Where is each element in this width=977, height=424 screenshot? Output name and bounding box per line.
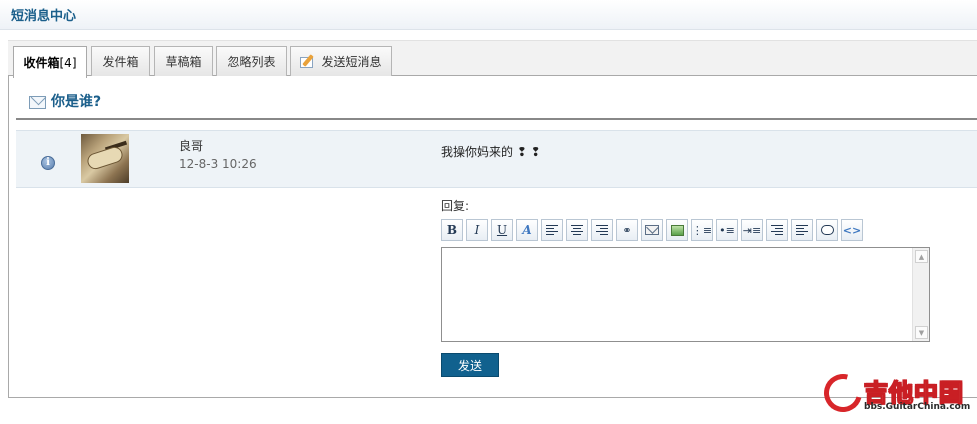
float-left-button[interactable] [766, 219, 788, 241]
italic-button[interactable]: I [466, 219, 488, 241]
float-right-button[interactable] [791, 219, 813, 241]
page-title: 短消息中心 [11, 9, 77, 24]
tab-drafts-label: 草稿箱 [165, 55, 202, 69]
message-time: 12-8-3 10:26 [179, 157, 257, 171]
code-button[interactable]: <> [841, 219, 863, 241]
quote-button[interactable] [816, 219, 838, 241]
tab-ignore-list-label: 忽略列表 [227, 55, 276, 69]
float-right-icon [796, 225, 808, 235]
align-left-button[interactable] [541, 219, 563, 241]
sender-name[interactable]: 良哥 [179, 137, 203, 154]
scroll-up-icon[interactable]: ▲ [915, 250, 928, 263]
envelope-icon [29, 95, 46, 109]
inbox-count: [4] [59, 55, 77, 70]
guitar-logo-icon [817, 367, 869, 419]
underline-button[interactable]: U [491, 219, 513, 241]
align-center-button[interactable] [566, 219, 588, 241]
compose-icon [300, 53, 316, 69]
align-center-icon [571, 225, 583, 235]
send-button[interactable]: 发送 [441, 353, 499, 377]
align-left-icon [546, 225, 558, 235]
reply-textarea[interactable] [441, 247, 930, 342]
image-icon [670, 224, 684, 236]
tab-outbox[interactable]: 发件箱 [91, 46, 150, 76]
tab-send-message[interactable]: 发送短消息 [290, 46, 392, 76]
tab-inbox-label: 收件箱 [23, 56, 60, 70]
quote-icon [820, 225, 834, 235]
avatar[interactable] [81, 134, 129, 183]
unordered-list-button[interactable]: •≡ [716, 219, 738, 241]
link-button[interactable]: ⚭ [616, 219, 638, 241]
textarea-scrollbar[interactable]: ▲ ▼ [912, 248, 929, 341]
tab-ignore-list[interactable]: 忽略列表 [216, 46, 287, 76]
message-body: 我操你妈来的 ❢ ❢ [441, 145, 541, 159]
align-right-button[interactable] [591, 219, 613, 241]
tab-bar: 收件箱 [4] 发件箱 草稿箱 忽略列表 发送短消息 [8, 40, 977, 78]
page-header: 短消息中心 [0, 0, 977, 30]
info-icon: i [41, 156, 55, 170]
editor-toolbar: B I U A ⚭ ⋮≡ •≡ ⇥≡ <> [441, 219, 866, 241]
tab-inbox[interactable]: 收件箱 [4] [13, 46, 87, 78]
float-left-icon [771, 225, 783, 235]
indent-button[interactable]: ⇥≡ [741, 219, 763, 241]
tab-outbox-label: 发件箱 [102, 55, 139, 69]
email-button[interactable] [641, 219, 663, 241]
ordered-list-button[interactable]: ⋮≡ [691, 219, 713, 241]
reply-label: 回复: [441, 199, 470, 213]
email-icon [645, 225, 659, 235]
align-right-icon [596, 225, 608, 235]
divider [16, 118, 977, 120]
bold-button[interactable]: B [441, 219, 463, 241]
message-subject: 你是谁? [29, 91, 101, 111]
watermark-logo: 吉他中国 bbs.GuitarChina.com [817, 367, 975, 419]
scroll-down-icon[interactable]: ▼ [915, 326, 928, 339]
tab-drafts[interactable]: 草稿箱 [154, 46, 213, 76]
font-color-button[interactable]: A [516, 219, 538, 241]
watermark-url: bbs.GuitarChina.com [864, 402, 971, 412]
subject-text: 你是谁? [51, 94, 102, 110]
image-button[interactable] [666, 219, 688, 241]
tab-send-message-label: 发送短消息 [321, 55, 382, 69]
